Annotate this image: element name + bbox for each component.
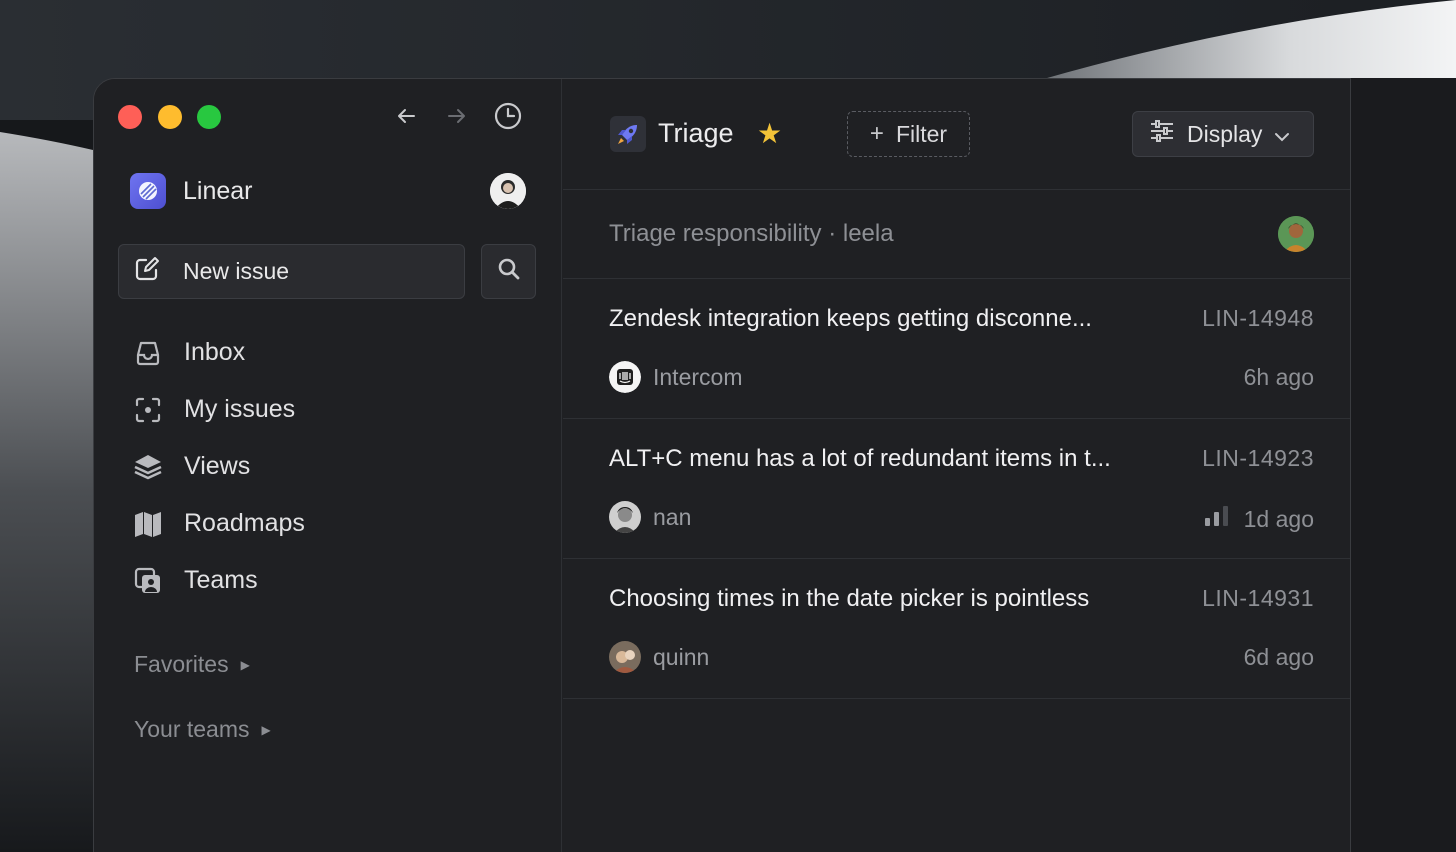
teams-icon [132, 565, 164, 597]
sidebar-item-views[interactable]: Views [132, 438, 305, 495]
inbox-icon [132, 337, 164, 369]
sidebar-item-label: Teams [184, 566, 258, 594]
avatar [609, 641, 641, 673]
filter-label: Filter [895, 120, 948, 147]
intercom-icon [609, 361, 641, 393]
triage-responsibility-text: Triage responsibility · leela [609, 220, 894, 247]
issue-age: 6d ago [1243, 644, 1314, 670]
workspace-switcher[interactable]: Linear [130, 173, 253, 209]
your-teams-label: Your teams [134, 716, 250, 742]
issue-row[interactable]: Choosing times in the date picker is poi… [563, 559, 1350, 699]
chevron-down-icon [1274, 121, 1290, 148]
display-button[interactable]: Display [1132, 111, 1314, 157]
issue-source: nan [609, 501, 691, 533]
sidebar-item-label: Inbox [184, 338, 246, 366]
sliders-icon [1149, 119, 1175, 149]
my-issues-icon [132, 394, 164, 426]
caret-right-icon: ▶ [240, 657, 250, 672]
sidebar-item-label: Views [184, 452, 251, 480]
arrow-right-icon[interactable] [442, 101, 472, 131]
rocket-icon [610, 116, 646, 152]
sidebar-nav: Inbox My issues Views Roadmaps Teams [132, 324, 305, 609]
issue-id: LIN-14931 [1202, 585, 1314, 611]
compose-icon [133, 255, 161, 289]
triage-responsibility-row[interactable]: Triage responsibility · leela [563, 190, 1350, 279]
app-window: Linear New issue Inbox My issues Views R… [93, 78, 1351, 852]
favorite-star-icon[interactable]: ★ [757, 117, 782, 151]
issue-age-container: 1d ago [1204, 504, 1314, 534]
user-avatar[interactable] [490, 173, 526, 209]
issue-id: LIN-14923 [1202, 445, 1314, 471]
sidebar-item-roadmaps[interactable]: Roadmaps [132, 495, 305, 552]
arrow-left-icon[interactable] [391, 101, 421, 131]
sidebar-item-teams[interactable]: Teams [132, 552, 305, 609]
priority-bars-icon [1204, 504, 1230, 534]
issue-source: quinn [609, 641, 709, 673]
plus-icon: + [869, 120, 884, 147]
sidebar-item-label: My issues [184, 395, 296, 423]
your-teams-section-toggle[interactable]: Your teams ▶ [134, 716, 271, 743]
search-icon [496, 256, 522, 287]
issue-age: 6h ago [1243, 364, 1314, 390]
caret-right-icon: ▶ [261, 722, 271, 737]
issue-age-container: 6h ago [1244, 364, 1314, 391]
issue-source-name: Intercom [653, 363, 743, 390]
issue-age: 1d ago [1243, 505, 1314, 532]
workspace-name: Linear [183, 176, 253, 205]
search-button[interactable] [481, 244, 536, 299]
new-issue-button[interactable]: New issue [118, 244, 465, 299]
avatar [1278, 216, 1314, 252]
main-panel: Triage ★ + Filter Display Triage respons… [563, 79, 1350, 852]
issue-source: Intercom [609, 361, 742, 393]
issue-row[interactable]: Zendesk integration keeps getting discon… [563, 279, 1350, 419]
clock-icon[interactable] [493, 101, 523, 131]
issue-title: Zendesk integration keeps getting discon… [609, 305, 1092, 332]
new-issue-label: New issue [183, 258, 290, 284]
favorites-label: Favorites [134, 651, 229, 677]
minimize-window-button[interactable] [158, 105, 182, 129]
filter-button[interactable]: + Filter [847, 111, 970, 157]
issue-age-container: 6d ago [1244, 644, 1314, 671]
issue-source-name: quinn [653, 643, 710, 670]
issue-title: Choosing times in the date picker is poi… [609, 585, 1090, 612]
layers-icon [132, 451, 164, 483]
page-title: Triage [658, 118, 734, 148]
map-icon [132, 508, 164, 540]
linear-logo-icon [130, 173, 166, 209]
issue-title: ALT+C menu has a lot of redundant items … [609, 445, 1111, 472]
maximize-window-button[interactable] [197, 105, 221, 129]
sidebar-item-label: Roadmaps [184, 509, 305, 537]
favorites-section-toggle[interactable]: Favorites ▶ [134, 651, 250, 678]
background-edge [1351, 78, 1456, 852]
sidebar-item-inbox[interactable]: Inbox [132, 324, 305, 381]
issue-row[interactable]: ALT+C menu has a lot of redundant items … [563, 419, 1350, 559]
sidebar-item-my-issues[interactable]: My issues [132, 381, 305, 438]
triage-header: Triage ★ + Filter Display [563, 79, 1350, 190]
sidebar: Linear New issue Inbox My issues Views R… [94, 79, 562, 852]
close-window-button[interactable] [118, 105, 142, 129]
avatar [609, 501, 641, 533]
issue-id: LIN-14948 [1202, 305, 1314, 331]
issue-source-name: nan [653, 503, 692, 530]
display-label: Display [1187, 120, 1263, 147]
